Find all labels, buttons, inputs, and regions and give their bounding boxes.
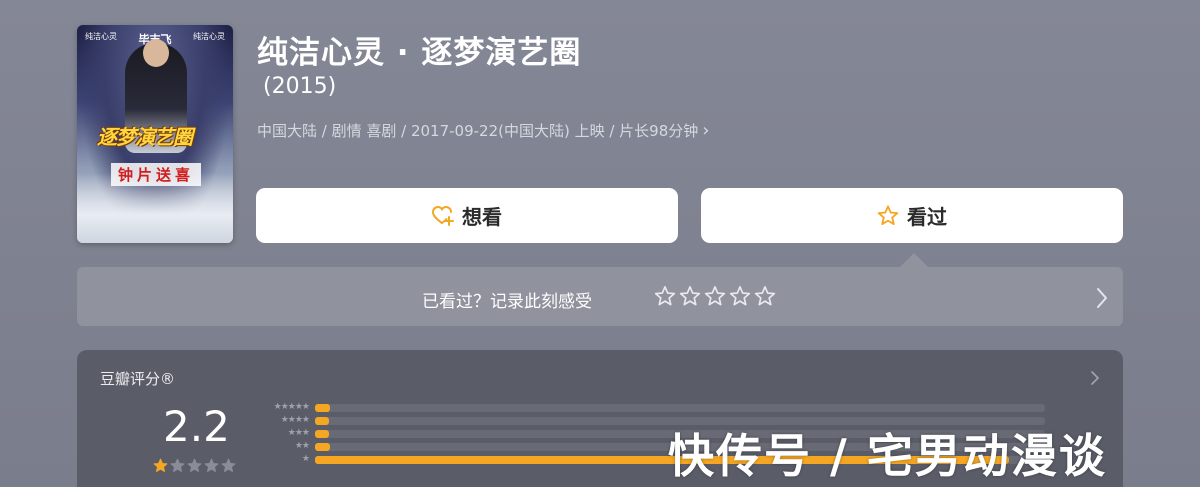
want-to-watch-button[interactable]: 想看 [256,188,678,243]
chevron-right-icon[interactable] [1090,370,1100,390]
rate-star-icon[interactable] [729,285,751,307]
movie-meta-text: 中国大陆 / 剧情 喜剧 / 2017-09-22(中国大陆) 上映 / 片长9… [257,122,699,140]
poster-top-right: 纯洁心灵 [193,32,225,41]
rating-row-stars: ★★★ [287,428,310,438]
star-empty-icon [187,458,202,472]
rating-row-bar [315,430,329,438]
rate-star-icon[interactable] [679,285,701,307]
rate-bar-pointer [900,253,928,267]
poster-top-left: 纯洁心灵 [85,32,117,41]
movie-year: (2015) [263,74,337,99]
chevron-right-icon[interactable] [1095,286,1109,314]
rating-row-bar [315,417,329,425]
want-to-watch-label: 想看 [462,205,502,229]
rating-row-bar [315,443,330,451]
rate-record-bar[interactable] [77,267,1123,326]
rating-row-stars: ★★★★★ [273,402,310,412]
rating-row-stars: ★★★★ [280,415,310,425]
rate-star-icon[interactable] [704,285,726,307]
douban-score-label: 豆瓣评分® [100,370,176,388]
poster-tagline: 钟片送喜 [111,163,201,186]
rating-row-stars: ★★ [294,441,310,451]
chevron-right-icon: › [702,120,710,141]
movie-poster[interactable]: 纯洁心灵 毕志飞 纯洁心灵 逐梦演艺圈 钟片送喜 [77,25,233,243]
movie-title: 纯洁心灵 · 逐梦演艺圈 [257,35,582,71]
douban-score-value: 2.2 [163,402,230,451]
watched-button[interactable]: 看过 [701,188,1123,243]
rate-prompt-text: 已看过？记录此刻感受 [422,292,592,312]
star-empty-icon [221,458,236,472]
rating-row-bar [315,404,330,412]
rating-distribution-row: ★★★★★ [253,402,1053,413]
star-filled-icon [153,458,168,472]
star-empty-icon [170,458,185,472]
rate-star-icon[interactable] [654,285,676,307]
poster-title-art: 逐梦演艺圈 [97,125,193,149]
watched-label: 看过 [907,205,947,229]
star-empty-icon [204,458,219,472]
watermark-text: 快传号 / 宅男动漫谈 [668,429,1107,483]
heart-plus-icon [432,205,454,226]
poster-face [143,39,169,67]
rate-star-row[interactable] [654,285,776,307]
movie-meta[interactable]: 中国大陆 / 剧情 喜剧 / 2017-09-22(中国大陆) 上映 / 片长9… [257,120,709,141]
rating-row-stars: ★ [301,454,310,464]
star-outline-icon [877,205,899,226]
rate-star-icon[interactable] [754,285,776,307]
score-star-row [153,458,236,473]
rating-row-track [315,404,1045,412]
